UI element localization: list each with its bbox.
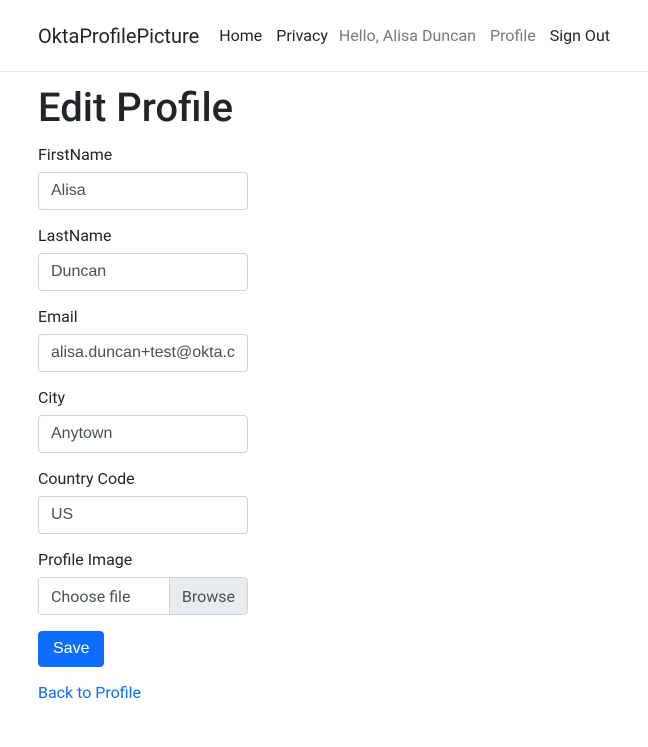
- signout-link[interactable]: Sign Out: [550, 26, 610, 45]
- main-container: Edit Profile FirstName LastName Email Ci…: [0, 72, 648, 732]
- profile-link[interactable]: Profile: [490, 26, 536, 45]
- user-greeting: Hello, Alisa Duncan: [339, 26, 476, 45]
- input-firstname[interactable]: [38, 172, 248, 210]
- page-title: Edit Profile: [38, 84, 610, 131]
- form-group-countrycode: Country Code: [38, 469, 610, 534]
- file-input-placeholder: Choose file: [39, 578, 169, 614]
- nav-link-home[interactable]: Home: [219, 26, 262, 45]
- form-group-firstname: FirstName: [38, 145, 610, 210]
- form-group-city: City: [38, 388, 610, 453]
- input-lastname[interactable]: [38, 253, 248, 291]
- brand-link[interactable]: OktaProfilePicture: [38, 24, 199, 48]
- label-email: Email: [38, 307, 610, 326]
- input-city[interactable]: [38, 415, 248, 453]
- navbar-right: Hello, Alisa Duncan Profile Sign Out: [339, 26, 610, 45]
- form-group-profileimage: Profile Image Choose file Browse: [38, 550, 610, 615]
- label-countrycode: Country Code: [38, 469, 610, 488]
- input-email[interactable]: [38, 334, 248, 372]
- nav-links: Home Privacy: [219, 26, 328, 45]
- label-city: City: [38, 388, 610, 407]
- back-to-profile-link[interactable]: Back to Profile: [38, 683, 610, 702]
- form-group-lastname: LastName: [38, 226, 610, 291]
- input-countrycode[interactable]: [38, 496, 248, 534]
- label-profileimage: Profile Image: [38, 550, 610, 569]
- save-button[interactable]: Save: [38, 631, 104, 667]
- form-group-email: Email: [38, 307, 610, 372]
- nav-link-privacy[interactable]: Privacy: [276, 26, 328, 45]
- navbar-left: OktaProfilePicture Home Privacy: [38, 24, 328, 48]
- label-lastname: LastName: [38, 226, 610, 245]
- label-firstname: FirstName: [38, 145, 610, 164]
- navbar: OktaProfilePicture Home Privacy Hello, A…: [0, 0, 648, 72]
- file-input-browse: Browse: [169, 578, 247, 614]
- file-input[interactable]: Choose file Browse: [38, 577, 248, 615]
